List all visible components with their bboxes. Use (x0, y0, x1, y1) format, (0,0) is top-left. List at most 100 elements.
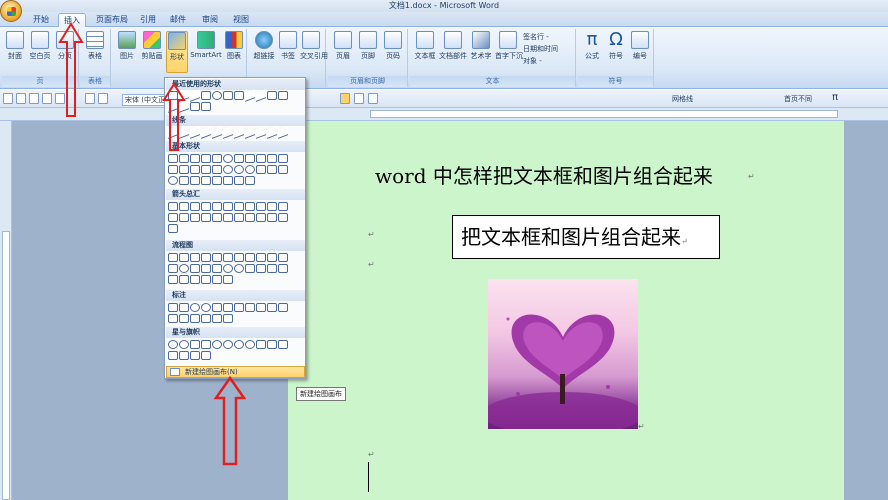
horizontal-ruler[interactable] (0, 108, 888, 121)
right-brace-icon[interactable] (245, 176, 255, 185)
notched-arrow-icon[interactable] (179, 213, 189, 222)
no-symbol-icon[interactable] (245, 165, 255, 174)
pentagon-arrow-icon[interactable] (190, 213, 200, 222)
hexagon-shape-icon[interactable] (256, 154, 266, 163)
merge-icon[interactable] (278, 264, 288, 273)
clipart-button[interactable]: 剪贴画 (140, 31, 164, 61)
arrow-callout-icon[interactable] (212, 213, 222, 222)
line-callout-icon[interactable] (278, 303, 288, 312)
wave-icon[interactable] (190, 351, 200, 360)
octagon-shape-icon[interactable] (245, 154, 255, 163)
left-brace-icon[interactable] (234, 176, 244, 185)
elbow-connector-icon[interactable] (201, 126, 211, 139)
oval-shape-icon[interactable] (223, 154, 233, 163)
blank-page-button[interactable]: 空白页 (28, 31, 52, 61)
rectangle-shape-icon[interactable] (223, 91, 233, 100)
display-icon[interactable] (223, 275, 233, 284)
sort-icon[interactable] (256, 264, 266, 273)
line-callout-icon[interactable] (168, 314, 178, 323)
line-callout-icon[interactable] (223, 303, 233, 312)
triangle-shape-icon[interactable] (234, 154, 244, 163)
numbering-button[interactable]: 编号 (630, 31, 650, 61)
arrow-callout-icon[interactable] (234, 213, 244, 222)
curved-connector-icon[interactable] (256, 126, 266, 139)
textbox-shape-icon[interactable] (168, 154, 178, 163)
save-icon[interactable] (3, 93, 13, 104)
paste-icon[interactable] (85, 93, 95, 104)
rectangular-callout-icon[interactable] (168, 303, 178, 312)
plaque-shape-icon[interactable] (179, 165, 189, 174)
preview-icon[interactable] (42, 93, 52, 104)
heart-tree-photo[interactable] (488, 279, 638, 429)
double-wave-icon[interactable] (201, 351, 211, 360)
sequential-storage-icon[interactable] (190, 275, 200, 284)
or-icon[interactable] (234, 264, 244, 273)
line-callout-icon[interactable] (245, 303, 255, 312)
vertical-ruler[interactable] (0, 121, 12, 500)
different-first-page-toggle[interactable]: 首页不同 (784, 94, 812, 104)
trapezoid-shape-icon[interactable] (201, 154, 211, 163)
document-textbox[interactable]: 把文本框和图片组合起来↵ (452, 215, 720, 259)
tab-view[interactable]: 视图 (229, 13, 253, 27)
star-8-icon[interactable] (212, 340, 222, 349)
bevel-shape-icon[interactable] (212, 165, 222, 174)
star-5-icon[interactable] (201, 340, 211, 349)
picture-button[interactable]: 图片 (116, 31, 138, 61)
delay-icon[interactable] (179, 275, 189, 284)
office-button[interactable] (0, 0, 22, 22)
triangle-shape-icon[interactable] (234, 91, 244, 100)
decision-icon[interactable] (190, 253, 200, 262)
striped-arrow-icon[interactable] (168, 213, 178, 222)
line-callout-icon[interactable] (179, 314, 189, 323)
brace-shape-icon[interactable] (201, 102, 211, 111)
manual-input-icon[interactable] (278, 253, 288, 262)
circular-arrow-icon[interactable] (168, 224, 178, 233)
line-callout-icon[interactable] (212, 314, 222, 323)
lightning-shape-icon[interactable] (278, 165, 288, 174)
star-16-icon[interactable] (223, 340, 233, 349)
down-arrow-shape-icon[interactable] (278, 91, 288, 100)
collate-icon[interactable] (245, 264, 255, 273)
moon-shape-icon[interactable] (179, 176, 189, 185)
chevron-arrow-icon[interactable] (201, 213, 211, 222)
star-32-icon[interactable] (245, 340, 255, 349)
pi-toolbar-icon[interactable]: π (832, 92, 838, 103)
u-turn-arrow-icon[interactable] (256, 202, 266, 211)
predefined-process-icon[interactable] (212, 253, 222, 262)
block-arc-icon[interactable] (256, 165, 266, 174)
bent-arrow-icon[interactable] (245, 202, 255, 211)
tab-mailings[interactable]: 邮件 (166, 13, 190, 27)
align-left-icon[interactable] (354, 93, 364, 104)
sun-shape-icon[interactable] (168, 176, 178, 185)
magnetic-disk-icon[interactable] (201, 275, 211, 284)
quad-arrow-icon[interactable] (234, 202, 244, 211)
star-4-icon[interactable] (190, 340, 200, 349)
bookmark-button[interactable]: 书签 (278, 31, 298, 61)
symbol-button[interactable]: Ω 符号 (606, 31, 626, 61)
brace-pair-icon[interactable] (201, 176, 211, 185)
folded-corner-icon[interactable] (201, 165, 211, 174)
cover-button[interactable]: 封面 (4, 31, 26, 61)
document-icon[interactable] (234, 253, 244, 262)
up-down-arrow-icon[interactable] (223, 202, 233, 211)
extract-icon[interactable] (267, 264, 277, 273)
direct-storage-icon[interactable] (212, 275, 222, 284)
header-button[interactable]: 页眉 (332, 31, 354, 61)
summing-junction-icon[interactable] (223, 264, 233, 273)
document-title-text[interactable]: word 中怎样把文本框和图片组合起来 (375, 160, 775, 189)
tab-references[interactable]: 引用 (136, 13, 160, 27)
cube-shape-icon[interactable] (278, 154, 288, 163)
data-icon[interactable] (201, 253, 211, 262)
stored-data-icon[interactable] (168, 275, 178, 284)
wordart-button[interactable]: 艺术字 (469, 31, 493, 61)
right-arrow-shape-icon[interactable] (267, 91, 277, 100)
shapes-button[interactable]: 形状 (166, 31, 188, 73)
textbox-button[interactable]: 文本框 (413, 31, 437, 61)
diamond-shape-icon[interactable] (212, 154, 222, 163)
down-arrow-icon[interactable] (201, 202, 211, 211)
print-icon[interactable] (29, 93, 39, 104)
page-number-button[interactable]: 页码 (382, 31, 404, 61)
left-arrow-icon[interactable] (179, 202, 189, 211)
frame-shape-icon[interactable] (168, 165, 178, 174)
ribbon-up-icon[interactable] (256, 340, 266, 349)
